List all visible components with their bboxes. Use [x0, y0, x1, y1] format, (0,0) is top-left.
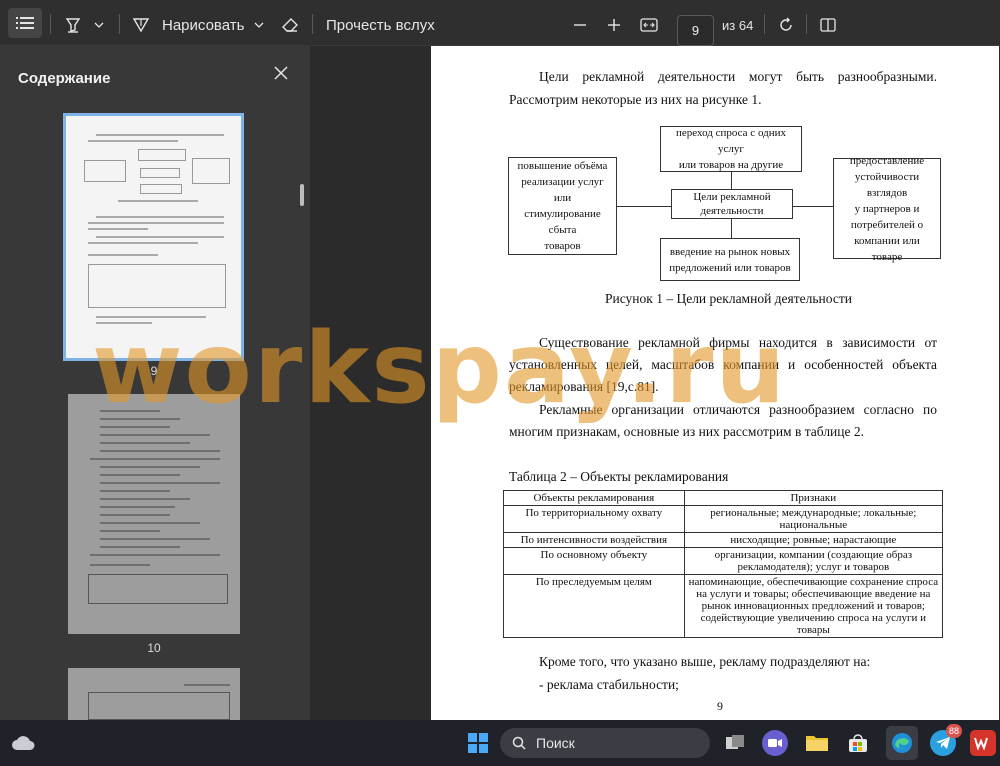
video-chat-icon [768, 739, 782, 747]
paragraph-text: многим признакам, основные из них рассмо… [509, 424, 864, 439]
intro-text: Цели рекламной деятельности могут быть р… [539, 69, 937, 84]
pen-icon [132, 18, 150, 33]
table-header-row: Объекты рекламирования Признаки [503, 490, 944, 506]
contents-sidebar: Содержание 9 10 [0, 46, 310, 720]
search-label: Поиск [536, 735, 575, 751]
page-view-icon [820, 18, 836, 32]
plus-icon [608, 19, 620, 31]
task-view-icon [726, 735, 744, 749]
minus-icon [574, 24, 586, 26]
objects-table: Объекты рекламирования Признаки По терри… [503, 490, 944, 638]
paragraph-text: - реклама стабильности; [539, 677, 679, 692]
draw-label: Нарисовать [162, 16, 245, 34]
fit-width-icon [640, 18, 658, 32]
taskbar-search[interactable]: Поиск [500, 728, 710, 758]
table-header: Объекты рекламирования [503, 490, 685, 506]
paragraph-text: рекламирования [19,с.81]. [509, 379, 659, 394]
diagram-box-left: повышение объёма реализации услуг или ст… [508, 157, 617, 255]
paragraph-text: Кроме того, что указано выше, рекламу по… [539, 654, 871, 669]
telegram-icon [936, 737, 950, 749]
diagram-box-bottom: введение на рынок новых предложений или … [660, 238, 800, 281]
telegram-badge: 88 [946, 724, 963, 738]
table-cell: напоминающие, обеспечивающие сохранение … [683, 574, 944, 638]
contents-toggle-button[interactable] [8, 8, 42, 38]
thumbnail-page-number: 10 [147, 641, 161, 655]
table-row: По территориальному охвату региональные;… [503, 505, 944, 533]
read-aloud-label: Прочесть вслух [326, 16, 435, 34]
thumbnail-page-number: 9 [150, 364, 158, 378]
table-cell: По основному объекту [503, 547, 685, 575]
taskbar: Поиск 88 [0, 720, 1000, 766]
eraser-icon [282, 18, 298, 32]
table-cell: нисходящие; ровные; нарастающие [683, 532, 944, 548]
weather-button[interactable] [10, 730, 36, 756]
highlight-button[interactable] [62, 16, 84, 34]
wps-button[interactable] [970, 730, 996, 756]
close-icon [274, 66, 288, 80]
page-thumbnail-11[interactable] [68, 668, 240, 720]
toolbar-separator [764, 14, 765, 34]
rotate-icon [780, 17, 792, 31]
diagram-box-right: предоставление устойчивости взглядов у п… [833, 155, 941, 263]
table-cell: По территориальному охвату [503, 505, 685, 533]
toolbar: Нарисовать Прочесть вслух 9 из 64 [0, 0, 1000, 46]
highlight-dropdown[interactable] [92, 18, 106, 32]
paragraph-text: Рекламные организации отличаются разнооб… [539, 402, 937, 417]
sidebar-scrollbar[interactable] [300, 184, 304, 206]
table-caption: Таблица 2 – Объекты рекламирования [509, 469, 729, 484]
highlighter-icon [65, 18, 81, 33]
chevron-down-icon [254, 22, 264, 28]
paragraph-text: установленных целей, масштабов компании … [509, 357, 937, 372]
toolbar-separator [119, 14, 120, 34]
store-button[interactable] [845, 730, 871, 756]
zoom-in-button[interactable] [604, 14, 624, 36]
page-footer-number: 9 [717, 699, 723, 713]
eraser-button[interactable] [279, 14, 301, 36]
paragraph-text: Существование рекламной фирмы находится … [539, 335, 937, 350]
diagram-box-center: Цели рекламной деятельности [671, 189, 793, 219]
cloud-icon [12, 736, 35, 750]
search-icon [512, 736, 526, 750]
task-view-button[interactable] [722, 730, 748, 756]
page-number-input[interactable]: 9 [677, 15, 714, 46]
table-row: По преследуемым целям напоминающие, обес… [503, 574, 944, 638]
wps-icon [974, 737, 988, 750]
sidebar-close-button[interactable] [274, 66, 294, 86]
document-page: Цели рекламной деятельности могут быть р… [431, 46, 999, 720]
chat-app-button[interactable] [762, 730, 788, 756]
edge-icon [892, 733, 912, 753]
table-cell: региональные; международные; локальные; … [683, 505, 944, 533]
table-row: По основному объекту организации, компан… [503, 547, 944, 575]
chevron-down-icon [94, 22, 104, 28]
folder-icon [806, 736, 828, 751]
list-icon [16, 17, 34, 29]
table-row: По интенсивности воздействия нисходящие;… [503, 532, 944, 548]
zoom-out-button[interactable] [570, 14, 590, 36]
diagram-box-top: переход спроса с одних услуг или товаров… [660, 126, 802, 172]
intro-text: Рассмотрим некоторые из них на рисунке 1… [509, 92, 762, 107]
file-explorer-button[interactable] [804, 730, 830, 756]
page-thumbnail-10[interactable] [68, 394, 240, 634]
toolbar-separator [50, 14, 51, 34]
table-cell: По преследуемым целям [503, 574, 685, 638]
read-aloud-button[interactable]: Прочесть вслух [326, 14, 435, 36]
windows-icon [468, 733, 488, 753]
start-button[interactable] [465, 730, 491, 756]
table-cell: По интенсивности воздействия [503, 532, 685, 548]
table-cell: организации, компании (создающие образ р… [683, 547, 944, 575]
store-icon [849, 734, 867, 752]
page-total-label: из 64 [722, 17, 754, 33]
page-view-button[interactable] [817, 14, 839, 36]
table-header: Признаки [683, 490, 944, 506]
draw-dropdown[interactable] [252, 18, 266, 32]
edge-button[interactable] [886, 726, 918, 760]
fit-width-button[interactable] [638, 14, 660, 36]
page-thumbnail-9[interactable] [63, 113, 244, 361]
toolbar-separator [806, 14, 807, 34]
sidebar-title: Содержание [18, 70, 111, 87]
rotate-button[interactable] [775, 14, 797, 36]
figure-caption: Рисунок 1 – Цели рекламной деятельности [605, 291, 852, 306]
toolbar-separator [312, 14, 313, 34]
